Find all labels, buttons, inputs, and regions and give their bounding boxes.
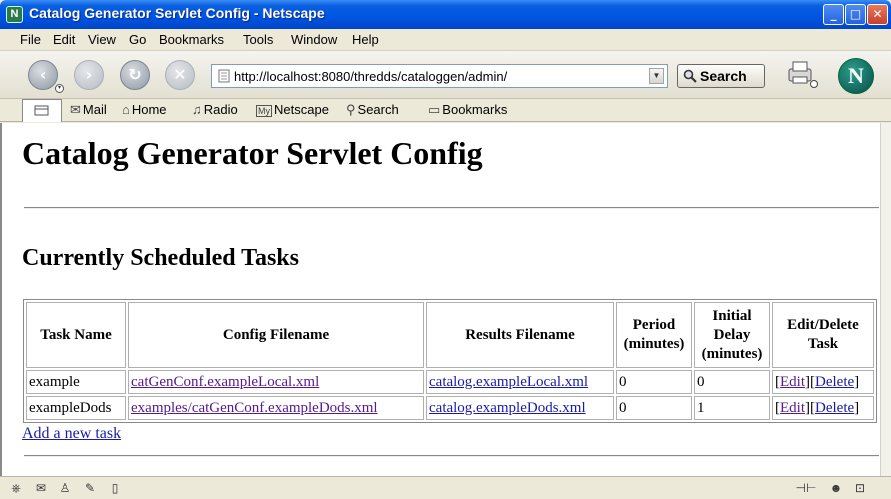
page-title: Catalog Generator Servlet Config — [22, 135, 483, 171]
security-lock-icon[interactable]: ⊡ — [852, 481, 868, 495]
netscape-app-icon[interactable]: N — [6, 6, 23, 23]
back-history-dropdown-icon[interactable]: ▾ — [55, 84, 64, 93]
menu-window[interactable]: Window — [291, 32, 337, 47]
results-filename-cell: catalog.exampleDods.xml — [426, 396, 614, 420]
reload-button[interactable]: ↻ — [120, 60, 150, 90]
search-button-label: Search — [700, 68, 747, 84]
tab-icon[interactable] — [22, 99, 62, 122]
delete-task-link[interactable]: Delete — [815, 400, 854, 416]
maximize-button[interactable]: □ — [845, 4, 866, 25]
col-edit-delete: Edit/Delete Task — [772, 302, 874, 368]
menu-help[interactable]: Help — [352, 32, 379, 47]
table-row: exampleDods examples/catGenConf.exampleD… — [26, 396, 874, 420]
minimize-button[interactable]: _ — [823, 4, 844, 25]
menu-bar: File Edit View Go Bookmarks Tools Window… — [0, 29, 891, 51]
menu-file[interactable]: File — [20, 32, 41, 47]
tasks-table: Task Name Config Filename Results Filena… — [23, 299, 877, 423]
table-header-row: Task Name Config Filename Results Filena… — [26, 302, 874, 368]
search-icon — [683, 69, 697, 83]
menu-tools[interactable]: Tools — [243, 32, 273, 47]
personal-radio-link[interactable]: ♫ Radio — [192, 102, 238, 117]
vertical-scrollbar[interactable] — [880, 123, 891, 476]
mail-icon: ✉ — [70, 102, 81, 117]
table-row: example catGenConf.exampleLocal.xml cata… — [26, 370, 874, 394]
print-icon[interactable] — [785, 59, 819, 89]
period-cell: 0 — [616, 370, 692, 394]
menu-view[interactable]: View — [88, 32, 116, 47]
horizontal-rule — [24, 207, 879, 209]
mail-icon[interactable]: ✉ — [33, 481, 49, 495]
add-task-link[interactable]: Add a new task — [22, 425, 121, 443]
results-filename-cell: catalog.exampleLocal.xml — [426, 370, 614, 394]
col-results-filename: Results Filename — [426, 302, 614, 368]
personal-bookmarks-link[interactable]: ▭ Bookmarks — [428, 102, 507, 118]
headphones-icon: ♫ — [192, 102, 202, 117]
navigation-toolbar: ‹ ▾ › ↻ ✕ ▼ Search N — [0, 51, 891, 99]
delay-cell: 1 — [694, 396, 770, 420]
personal-home-link[interactable]: ⌂ Home — [122, 102, 167, 117]
aim-icon[interactable]: ♙ — [57, 481, 73, 495]
menu-bookmarks[interactable]: Bookmarks — [159, 32, 224, 47]
results-file-link[interactable]: catalog.exampleLocal.xml — [429, 374, 588, 390]
address-book-icon[interactable]: ▯ — [107, 481, 123, 495]
search-button[interactable]: Search — [677, 64, 765, 88]
config-file-link[interactable]: catGenConf.exampleLocal.xml — [131, 374, 319, 390]
personal-search-link[interactable]: ⚲ Search — [346, 102, 399, 118]
close-button[interactable]: ✕ — [867, 4, 888, 25]
edit-delete-cell: [Edit][Delete] — [772, 370, 874, 394]
config-file-link[interactable]: examples/catGenConf.exampleDods.xml — [131, 400, 378, 416]
navigator-icon[interactable]: ⎈ — [8, 481, 24, 495]
col-config-filename: Config Filename — [128, 302, 424, 368]
personal-netscape-link[interactable]: My Netscape — [256, 102, 329, 117]
back-button[interactable]: ‹ — [28, 60, 58, 90]
folder-icon: ▭ — [428, 102, 441, 117]
stop-button[interactable]: ✕ — [165, 60, 195, 90]
menu-go[interactable]: Go — [129, 32, 146, 47]
url-bar[interactable]: ▼ — [211, 64, 668, 88]
cookie-icon[interactable]: ☻ — [828, 481, 844, 495]
menu-edit[interactable]: Edit — [53, 32, 75, 47]
results-file-link[interactable]: catalog.exampleDods.xml — [429, 400, 586, 416]
search-icon: ⚲ — [346, 102, 356, 117]
page-icon — [218, 69, 230, 83]
col-task-name: Task Name — [26, 302, 126, 368]
url-history-dropdown-icon[interactable]: ▼ — [649, 68, 664, 84]
task-name-cell: example — [26, 370, 126, 394]
personal-toolbar: ✉ Mail ⌂ Home ♫ Radio My Netscape ⚲ Search ▭ B… — [0, 99, 891, 122]
edit-task-link[interactable]: Edit — [780, 374, 805, 390]
horizontal-rule — [24, 455, 879, 457]
edit-task-link[interactable]: Edit — [780, 400, 805, 416]
edit-delete-cell: [Edit][Delete] — [772, 396, 874, 420]
forward-button[interactable]: › — [74, 60, 104, 90]
my-netscape-icon: My — [256, 105, 272, 117]
title-bar: N Catalog Generator Servlet Config - Net… — [0, 0, 891, 29]
home-icon: ⌂ — [122, 102, 130, 117]
url-input[interactable] — [234, 67, 644, 85]
period-cell: 0 — [616, 396, 692, 420]
composer-icon[interactable]: ✎ — [82, 481, 98, 495]
section-heading: Currently Scheduled Tasks — [22, 245, 299, 271]
netscape-logo[interactable]: N — [838, 58, 874, 94]
config-filename-cell: catGenConf.exampleLocal.xml — [128, 370, 424, 394]
delete-task-link[interactable]: Delete — [815, 374, 854, 390]
personal-mail-link[interactable]: ✉ Mail — [70, 102, 107, 118]
col-initial-delay: Initial Delay (minutes) — [694, 302, 770, 368]
task-name-cell: exampleDods — [26, 396, 126, 420]
col-period: Period (minutes) — [616, 302, 692, 368]
status-bar: ⎈ ✉ ♙ ✎ ▯ ⊣⊢ ☻ ⊡ — [0, 476, 891, 499]
window-title: Catalog Generator Servlet Config - Netsc… — [29, 5, 325, 21]
online-status-icon[interactable]: ⊣⊢ — [793, 481, 819, 495]
page-content: Catalog Generator Servlet Config Current… — [0, 123, 880, 476]
config-filename-cell: examples/catGenConf.exampleDods.xml — [128, 396, 424, 420]
delay-cell: 0 — [694, 370, 770, 394]
